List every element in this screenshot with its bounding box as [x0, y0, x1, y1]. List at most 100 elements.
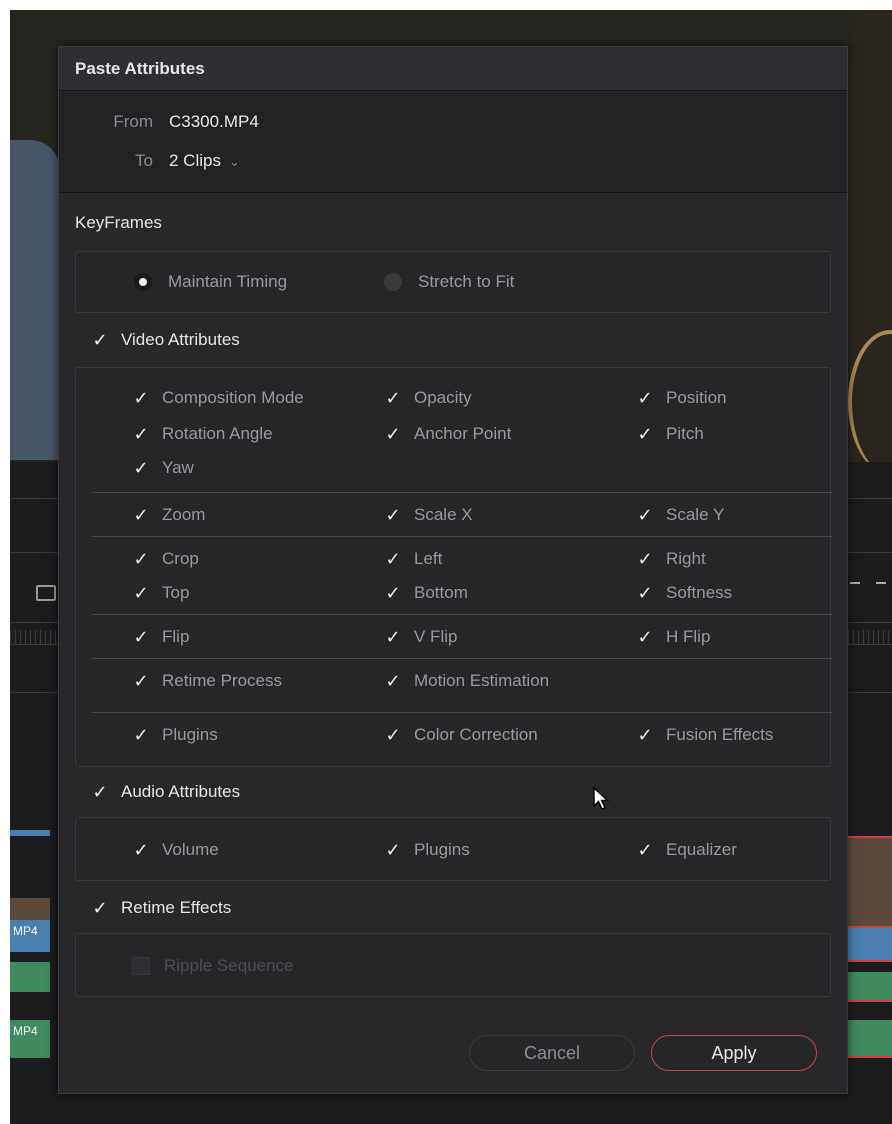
checkbox-rotation-angle[interactable]: ✓ Rotation Angle [132, 422, 273, 446]
checkbox-audio-plugins[interactable]: ✓ Plugins [384, 838, 470, 862]
checkmark-icon: ✓ [637, 627, 653, 647]
checkbox-position[interactable]: ✓ Position [636, 386, 726, 410]
chevron-down-icon: ⌄ [228, 154, 240, 169]
checkbox-label: Softness [666, 583, 733, 602]
checkbox-label: Yaw [162, 458, 194, 477]
checkbox-color-correction[interactable]: ✓ Color Correction [384, 723, 537, 747]
timeline-ruler [848, 630, 892, 645]
radio-label: Stretch to Fit [418, 272, 515, 291]
checkbox-composition-mode[interactable]: ✓ Composition Mode [132, 386, 304, 410]
to-dropdown[interactable]: 2 Clips ⌄ [169, 151, 240, 171]
from-label: From [113, 112, 153, 131]
checkbox-motion-estimation[interactable]: ✓ Motion Estimation [384, 669, 549, 693]
checkmark-icon: ✓ [133, 505, 149, 525]
timeline-clip-thumbnail[interactable] [848, 836, 892, 926]
checkmark-icon: ✓ [133, 424, 149, 444]
checkbox-pitch[interactable]: ✓ Pitch [636, 422, 704, 446]
checkbox-yaw[interactable]: ✓ Yaw [132, 456, 194, 480]
checkbox-label: Composition Mode [162, 388, 304, 407]
film-strip-icon[interactable] [36, 585, 56, 601]
checkbox-softness[interactable]: ✓ Softness [636, 581, 732, 605]
checkmark-icon: ✓ [133, 583, 149, 603]
checkmark-icon: ✓ [92, 782, 108, 802]
audio-attributes-box: ✓ Volume ✓ Plugins ✓ Equalizer [75, 817, 831, 881]
group-divider [92, 712, 832, 713]
checkbox-label: Scale X [414, 505, 473, 524]
radio-maintain-timing[interactable]: Maintain Timing [134, 270, 287, 294]
checkbox-label: Rotation Angle [162, 424, 273, 443]
timeline-clip[interactable] [10, 830, 50, 836]
apply-button[interactable]: Apply [651, 1035, 817, 1071]
checkbox-flip[interactable]: ✓ Flip [132, 625, 189, 649]
checkbox-label: Pitch [666, 424, 704, 443]
zoom-out-icon[interactable] [850, 582, 860, 584]
checkbox-label: Plugins [414, 840, 470, 859]
checkbox-ripple-sequence[interactable]: Ripple Sequence [132, 954, 293, 978]
checkbox-equalizer[interactable]: ✓ Equalizer [636, 838, 736, 862]
checkbox-label: Anchor Point [414, 424, 512, 443]
checkbox-label: Audio Attributes [121, 782, 241, 801]
checkbox-label: Bottom [414, 583, 468, 602]
group-divider [92, 536, 832, 537]
group-divider [92, 492, 832, 493]
checkbox-plugins[interactable]: ✓ Plugins [132, 723, 217, 747]
checkmark-icon: ✓ [385, 840, 401, 860]
checkmark-icon: ✓ [385, 583, 401, 603]
checkbox-scale-x[interactable]: ✓ Scale X [384, 503, 473, 527]
checkbox-label: Left [414, 549, 443, 568]
checkbox-right[interactable]: ✓ Right [636, 547, 706, 571]
checkbox-video-attributes[interactable]: ✓ Video Attributes [91, 328, 240, 352]
checkbox-label: Scale Y [666, 505, 725, 524]
checkbox-label: Zoom [162, 505, 206, 524]
checkbox-label: Ripple Sequence [164, 956, 294, 975]
zoom-out-icon[interactable] [876, 582, 886, 584]
from-value: C3300.MP4 [169, 112, 259, 131]
checkbox-bottom[interactable]: ✓ Bottom [384, 581, 468, 605]
cancel-button[interactable]: Cancel [469, 1035, 635, 1071]
checkbox-label: Right [666, 549, 706, 568]
checkmark-icon: ✓ [637, 388, 653, 408]
timeline-audio-clip[interactable] [848, 972, 892, 1002]
checkbox-retime-effects[interactable]: ✓ Retime Effects [91, 896, 231, 920]
checkmark-icon: ✓ [637, 583, 653, 603]
checkbox-label: Flip [162, 627, 190, 646]
radio-unselected-icon [384, 273, 402, 291]
paste-attributes-dialog: Paste Attributes From C3300.MP4 To 2 Cli… [58, 46, 848, 1094]
checkbox-scale-y[interactable]: ✓ Scale Y [636, 503, 724, 527]
timeline-audio-clip[interactable] [10, 962, 50, 992]
timeline-audio-clip[interactable] [848, 1020, 892, 1058]
radio-selected-icon [134, 273, 152, 291]
checkbox-empty-icon [132, 957, 150, 975]
keyframes-box: Maintain Timing Stretch to Fit [75, 251, 831, 313]
radio-label: Maintain Timing [168, 272, 288, 291]
checkbox-fusion-effects[interactable]: ✓ Fusion Effects [636, 723, 773, 747]
checkbox-anchor-point[interactable]: ✓ Anchor Point [384, 422, 511, 446]
group-divider [92, 614, 832, 615]
checkbox-volume[interactable]: ✓ Volume [132, 838, 218, 862]
checkbox-label: Fusion Effects [666, 725, 774, 744]
clip-label: MP4 [13, 1024, 38, 1038]
checkbox-label: Video Attributes [121, 330, 240, 349]
checkbox-left[interactable]: ✓ Left [384, 547, 442, 571]
checkbox-opacity[interactable]: ✓ Opacity [384, 386, 471, 410]
checkbox-v-flip[interactable]: ✓ V Flip [384, 625, 457, 649]
checkbox-h-flip[interactable]: ✓ H Flip [636, 625, 710, 649]
checkmark-icon: ✓ [385, 388, 401, 408]
checkbox-zoom[interactable]: ✓ Zoom [132, 503, 205, 527]
timeline-clip[interactable] [848, 926, 892, 962]
checkbox-audio-attributes[interactable]: ✓ Audio Attributes [91, 780, 240, 804]
checkbox-top[interactable]: ✓ Top [132, 581, 189, 605]
checkmark-icon: ✓ [133, 840, 149, 860]
checkmark-icon: ✓ [385, 424, 401, 444]
checkmark-icon: ✓ [637, 840, 653, 860]
timeline-clip[interactable]: MP4 [10, 920, 50, 952]
timeline-audio-clip[interactable]: MP4 [10, 1020, 50, 1058]
viewer-frame-left [10, 140, 60, 460]
radio-stretch-to-fit[interactable]: Stretch to Fit [384, 270, 514, 294]
checkbox-label: Retime Effects [121, 898, 232, 917]
checkbox-retime-process[interactable]: ✓ Retime Process [132, 669, 282, 693]
checkbox-crop[interactable]: ✓ Crop [132, 547, 198, 571]
timeline-clip-thumbnail[interactable] [10, 898, 50, 920]
source-target-panel: From C3300.MP4 To 2 Clips ⌄ [59, 92, 847, 193]
checkmark-icon: ✓ [385, 725, 401, 745]
